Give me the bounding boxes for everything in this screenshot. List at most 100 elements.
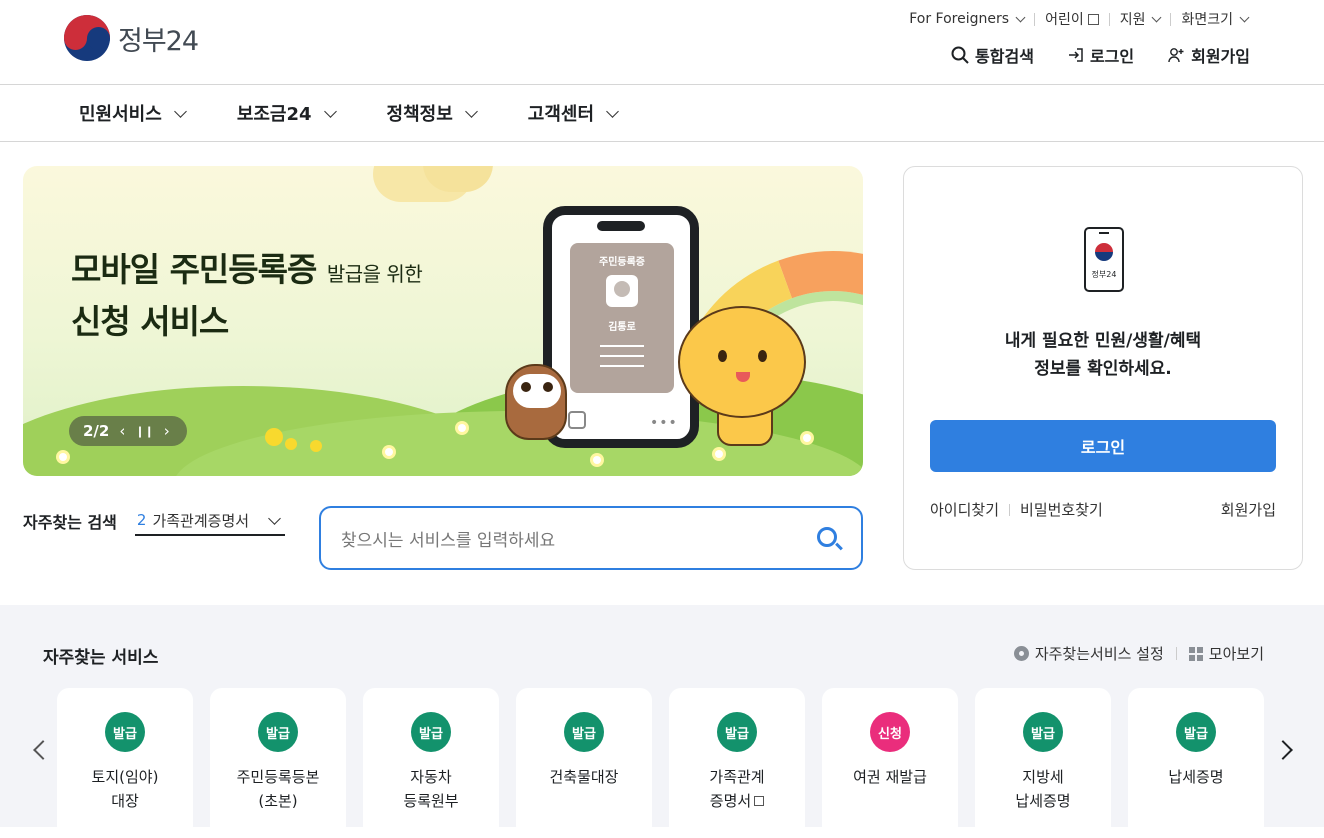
- signup-link-panel[interactable]: 회원가입: [1221, 499, 1276, 520]
- service-card[interactable]: 발급 자동차 등록원부: [363, 688, 499, 838]
- chevron-down-icon: [268, 511, 281, 525]
- section-tools: 자주찾는서비스 설정 모아보기: [1013, 643, 1264, 664]
- login-link[interactable]: 로그인: [1068, 43, 1134, 67]
- external-link-icon: [1087, 13, 1099, 25]
- logo[interactable]: 정부24: [64, 15, 199, 61]
- mobile-device-icon: 정부24: [1084, 227, 1124, 292]
- flower-decoration: [803, 434, 811, 442]
- service-card[interactable]: 발급 토지(임야) 대장: [57, 688, 193, 838]
- issue-badge: 발급: [564, 712, 604, 752]
- chevron-down-icon: [606, 104, 619, 118]
- frequent-search-select[interactable]: 2 가족관계증명서: [134, 506, 285, 536]
- service-card[interactable]: 신청 여권 재발급: [822, 688, 958, 838]
- service-card[interactable]: 발급 주민등록등본 (초본): [210, 688, 346, 838]
- support-link[interactable]: 지원: [1110, 9, 1171, 29]
- next-slide-button[interactable]: ›: [164, 422, 170, 440]
- selected-rank: 2: [136, 511, 147, 529]
- nav-label: 고객센터: [527, 104, 595, 125]
- kids-link[interactable]: 어린이: [1035, 9, 1109, 29]
- id-card-name: 김통로: [608, 322, 636, 333]
- account-links: 아이디찾기 비밀번호찾기 회원가입: [930, 499, 1276, 520]
- chevron-down-icon: [1015, 12, 1026, 22]
- service-name: 토지(임야) 대장: [91, 768, 159, 810]
- nav-item-policy-info[interactable]: 정책정보: [386, 100, 478, 126]
- issue-badge: 발급: [258, 712, 298, 752]
- carousel-next-icon[interactable]: [1273, 740, 1293, 760]
- chick-decoration: [310, 440, 322, 452]
- frequent-services-section: 자주찾는 서비스 자주찾는서비스 설정 모아보기 발급 토지(임야) 대장 발급 …: [0, 605, 1324, 838]
- service-name: 납세증명: [1168, 768, 1224, 786]
- pause-button[interactable]: ❙❙: [135, 425, 153, 438]
- external-link-icon: [754, 796, 765, 806]
- service-settings-link[interactable]: 자주찾는서비스 설정: [1035, 643, 1164, 664]
- issue-badge: 발급: [1176, 712, 1216, 752]
- integrated-search-label: 통합검색: [975, 47, 1034, 66]
- search-icon[interactable]: [817, 527, 837, 547]
- site-header: 정부24 For Foreigners 어린이 지원 화면크기 통합검색 로그인…: [0, 0, 1324, 85]
- flower-decoration: [715, 450, 723, 458]
- chick-decoration: [285, 438, 297, 450]
- gear-icon: [1013, 646, 1029, 661]
- login-icon: [1068, 48, 1083, 62]
- login-message-line1: 내게 필요한 민원/생활/혜택: [1004, 331, 1202, 351]
- service-name: 자동차 등록원부: [403, 768, 459, 810]
- frequent-search: 자주찾는 검색 2 가족관계증명서: [23, 506, 285, 536]
- signup-link[interactable]: 회원가입: [1168, 43, 1250, 67]
- grid-icon: [1188, 646, 1203, 661]
- top-links: 통합검색 로그인 회원가입: [951, 43, 1250, 67]
- nav-label: 정책정보: [386, 104, 453, 125]
- chevron-down-icon: [1152, 12, 1162, 22]
- for-foreigners-label: For Foreigners: [909, 11, 1010, 27]
- banner-pager: 2/2 ‹ ❙❙ ›: [69, 416, 187, 446]
- find-password-link[interactable]: 비밀번호찾기: [1020, 499, 1103, 520]
- login-button[interactable]: 로그인: [930, 420, 1276, 472]
- flower-decoration: [59, 453, 67, 461]
- view-all-link[interactable]: 모아보기: [1209, 643, 1264, 664]
- carousel-prev-icon[interactable]: [33, 740, 53, 760]
- selected-value: 가족관계증명서: [152, 511, 250, 530]
- service-card[interactable]: 발급 지방세 납세증명: [975, 688, 1111, 838]
- find-id-link[interactable]: 아이디찾기: [930, 499, 999, 520]
- for-foreigners-link[interactable]: For Foreigners: [899, 11, 1034, 27]
- search-input[interactable]: 찾으시는 서비스를 입력하세요: [341, 526, 555, 551]
- chevron-down-icon: [464, 104, 478, 118]
- service-card[interactable]: 발급 납세증명: [1128, 688, 1264, 838]
- service-search-box[interactable]: 찾으시는 서비스를 입력하세요: [319, 506, 863, 570]
- chevron-down-icon: [323, 104, 337, 118]
- nav-item-customer-center[interactable]: 고객센터: [527, 100, 619, 126]
- support-label: 지원: [1119, 12, 1146, 28]
- service-name: 가족관계 증명서: [709, 768, 765, 810]
- service-name: 지방세 납세증명: [1015, 768, 1071, 810]
- cat-character: [678, 306, 806, 418]
- service-card[interactable]: 발급 건축물대장: [516, 688, 652, 838]
- login-message-line2: 정보를 확인하세요.: [1034, 359, 1172, 379]
- issue-badge: 발급: [411, 712, 451, 752]
- font-size-link[interactable]: 화면크기: [1171, 9, 1258, 29]
- device-label: 정부24: [1091, 270, 1117, 279]
- id-card-title: 주민등록증: [599, 257, 645, 268]
- issue-badge: 발급: [1023, 712, 1063, 752]
- issue-badge: 발급: [105, 712, 145, 752]
- integrated-search-link[interactable]: 통합검색: [951, 43, 1034, 67]
- pager-count: 2/2: [83, 422, 110, 440]
- prev-slide-button[interactable]: ‹: [119, 422, 125, 440]
- service-card[interactable]: 발급 가족관계 증명서: [669, 688, 805, 838]
- nav-label: 보조금24: [236, 104, 312, 125]
- font-size-label: 화면크기: [1181, 12, 1233, 28]
- kids-label: 어린이: [1045, 12, 1084, 28]
- banner-title-line2: 신청 서비스: [71, 302, 229, 341]
- main-nav: 민원서비스 보조금24 정책정보 고객센터: [0, 85, 1324, 142]
- chick-decoration: [265, 428, 283, 446]
- apply-badge: 신청: [870, 712, 910, 752]
- nav-item-civil-services[interactable]: 민원서비스: [79, 100, 187, 126]
- avatar-icon: [606, 275, 638, 307]
- service-cards: 발급 토지(임야) 대장 발급 주민등록등본 (초본) 발급 자동차 등록원부 발급 …: [57, 688, 1264, 838]
- section-title: 자주찾는 서비스: [43, 648, 159, 668]
- service-name: 여권 재발급: [853, 768, 927, 786]
- service-name: 주민등록등본 (초본): [236, 768, 320, 810]
- promo-banner[interactable]: 모바일 주민등록증 발급을 위한 신청 서비스 주민등록증 김통로 ••• 2/: [23, 166, 863, 476]
- issue-badge: 발급: [717, 712, 757, 752]
- login-message: 내게 필요한 민원/생활/혜택 정보를 확인하세요.: [904, 327, 1302, 383]
- nav-item-subsidy24[interactable]: 보조금24: [236, 100, 337, 126]
- service-name: 건축물대장: [549, 768, 619, 786]
